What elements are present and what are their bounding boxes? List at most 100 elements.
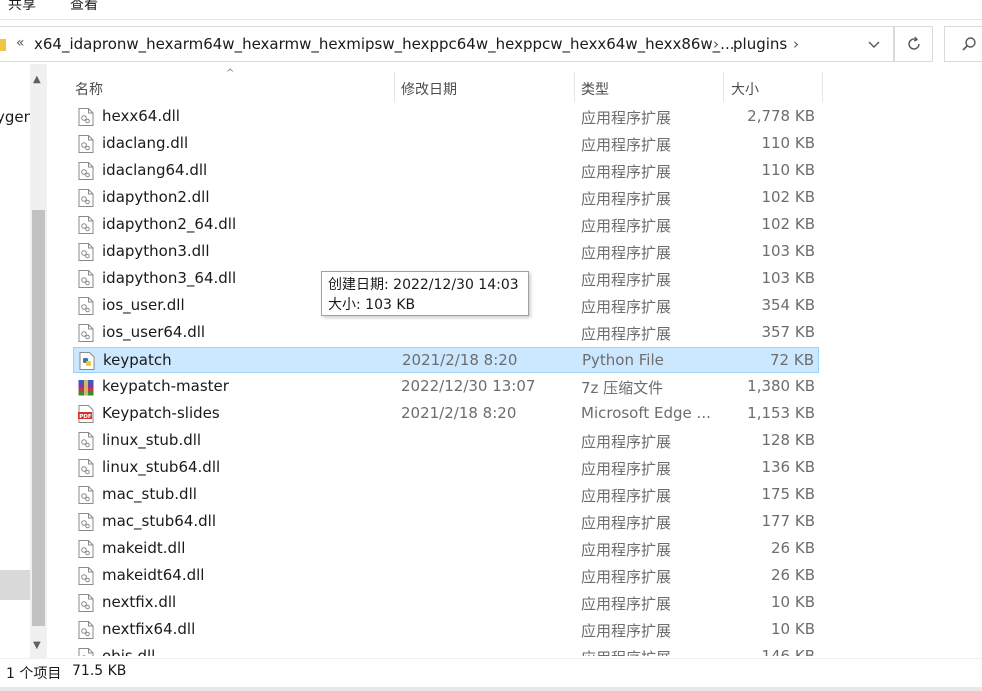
file-date: 2021/2/18 8:20	[402, 351, 518, 369]
file-name: hexx64.dll	[102, 107, 180, 125]
file-size: 72 KB	[770, 351, 814, 369]
file-name: obis.dll	[102, 647, 156, 656]
file-type: 应用程序扩展	[581, 514, 672, 532]
dll-file-icon	[78, 432, 94, 450]
tab-share[interactable]: 共享	[8, 0, 36, 14]
file-size: 1,380 KB	[747, 377, 815, 395]
chevron-right-icon[interactable]: ›	[793, 35, 799, 53]
file-type: 应用程序扩展	[581, 244, 672, 262]
column-divider[interactable]	[394, 72, 395, 102]
file-name: nextfix64.dll	[102, 620, 196, 638]
breadcrumb-current[interactable]: plugins	[733, 35, 787, 53]
chevron-right-icon[interactable]: ›	[713, 35, 719, 53]
file-name: idapython3.dll	[102, 242, 210, 260]
dll-file-icon	[78, 189, 94, 207]
refresh-button[interactable]	[894, 26, 933, 62]
file-type: Microsoft Edge ...	[581, 404, 711, 422]
file-type: 应用程序扩展	[581, 271, 672, 289]
file-type: 应用程序扩展	[581, 325, 672, 343]
file-type: 应用程序扩展	[581, 109, 672, 127]
file-row[interactable]: makeidt64.dll 应用程序扩展 26 KB	[73, 563, 819, 589]
file-row[interactable]: mac_stub64.dll 应用程序扩展 177 KB	[73, 509, 819, 535]
file-size: 357 KB	[761, 323, 815, 341]
file-row[interactable]: idapython3.dll 应用程序扩展 103 KB	[73, 239, 819, 265]
file-size: 26 KB	[771, 539, 815, 557]
dll-file-icon	[78, 648, 94, 656]
file-size: 2,778 KB	[747, 107, 815, 125]
file-name: Keypatch-slides	[102, 404, 220, 422]
file-size: 26 KB	[771, 566, 815, 584]
file-row[interactable]: nextfix.dll 应用程序扩展 10 KB	[73, 590, 819, 616]
ribbon-tabs: 共享 查看	[0, 0, 982, 20]
dll-file-icon	[78, 621, 94, 639]
file-name: idapython2.dll	[102, 188, 210, 206]
tab-view[interactable]: 查看	[70, 0, 98, 14]
file-row[interactable]: obis.dll 应用程序扩展 146 KB	[73, 644, 819, 656]
file-name: ios_user64.dll	[102, 323, 206, 341]
column-divider[interactable]	[723, 72, 724, 102]
file-size: 102 KB	[761, 215, 815, 233]
scroll-up-icon[interactable]: ▲	[33, 74, 41, 85]
file-type: 应用程序扩展	[581, 136, 672, 154]
address-bar[interactable]: « x64_idapronw_hexarm64w_hexarmw_hexmips…	[0, 26, 894, 62]
file-size: 128 KB	[761, 431, 815, 449]
file-size: 103 KB	[761, 242, 815, 260]
file-name: mac_stub64.dll	[102, 512, 216, 530]
python-file-icon	[79, 352, 95, 370]
file-row[interactable]: idaclang64.dll 应用程序扩展 110 KB	[73, 158, 819, 184]
search-box[interactable]	[944, 26, 982, 62]
file-row[interactable]: idaclang.dll 应用程序扩展 110 KB	[73, 131, 819, 157]
file-row[interactable]: mac_stub.dll 应用程序扩展 175 KB	[73, 482, 819, 508]
dll-file-icon	[78, 216, 94, 234]
file-row[interactable]: hexx64.dll 应用程序扩展 2,778 KB	[73, 104, 819, 130]
column-divider[interactable]	[822, 72, 823, 102]
status-selected-size: 71.5 KB	[72, 663, 127, 679]
file-type: 应用程序扩展	[581, 595, 672, 613]
file-row[interactable]: linux_stub64.dll 应用程序扩展 136 KB	[73, 455, 819, 481]
file-row[interactable]: idapython2.dll 应用程序扩展 102 KB	[73, 185, 819, 211]
file-name: keypatch-master	[102, 377, 229, 395]
file-size: 10 KB	[771, 620, 815, 638]
folder-icon	[0, 39, 6, 51]
file-row[interactable]: ios_user64.dll 应用程序扩展 357 KB	[73, 320, 819, 346]
file-type: 应用程序扩展	[581, 568, 672, 586]
file-size: 354 KB	[761, 296, 815, 314]
dll-file-icon	[78, 324, 94, 342]
breadcrumb-path[interactable]: x64_idapronw_hexarm64w_hexarmw_hexmipsw_…	[34, 35, 735, 53]
file-row[interactable]: keypatch 2021/2/18 8:20 Python File 72 KB	[73, 347, 819, 373]
file-size: 102 KB	[761, 188, 815, 206]
file-row[interactable]: makeidt.dll 应用程序扩展 26 KB	[73, 536, 819, 562]
sort-ascending-icon: ^	[226, 68, 235, 79]
overflow-chevron-icon[interactable]: «	[16, 35, 25, 51]
file-type: 应用程序扩展	[581, 647, 671, 656]
file-date: 2022/12/30 13:07	[401, 377, 536, 395]
file-row[interactable]: nextfix64.dll 应用程序扩展 10 KB	[73, 617, 819, 643]
file-row[interactable]: keypatch-master 2022/12/30 13:07 7z 压缩文件 1,…	[73, 374, 819, 400]
file-size: 177 KB	[761, 512, 815, 530]
file-size: 110 KB	[761, 161, 815, 179]
file-date: 2021/2/18 8:20	[401, 404, 517, 422]
file-name: keypatch	[103, 351, 172, 369]
file-size: 146 KB	[761, 647, 815, 656]
status-bar: 1 个项目 71.5 KB	[0, 658, 982, 691]
dll-file-icon	[78, 297, 94, 315]
dll-file-icon	[78, 243, 94, 261]
column-divider[interactable]	[574, 72, 575, 102]
file-name: linux_stub.dll	[102, 431, 202, 449]
file-row[interactable]: PDF Keypatch-slides 2021/2/18 8:20 Microsof…	[73, 401, 819, 427]
file-name: idaclang.dll	[102, 134, 189, 152]
chevron-down-icon[interactable]	[866, 36, 882, 52]
dll-file-icon	[78, 513, 94, 531]
file-size: 136 KB	[761, 458, 815, 476]
dll-file-icon	[78, 162, 94, 180]
file-size: 1,153 KB	[747, 404, 815, 422]
archive-file-icon	[78, 378, 94, 396]
file-name: idapython2_64.dll	[102, 215, 237, 233]
file-type: 应用程序扩展	[581, 190, 672, 208]
dll-file-icon	[78, 540, 94, 558]
file-row[interactable]: linux_stub.dll 应用程序扩展 128 KB	[73, 428, 819, 454]
file-row[interactable]: idapython2_64.dll 应用程序扩展 102 KB	[73, 212, 819, 238]
svg-text:PDF: PDF	[79, 414, 92, 420]
file-name: makeidt.dll	[102, 539, 186, 557]
file-size: 10 KB	[771, 593, 815, 611]
